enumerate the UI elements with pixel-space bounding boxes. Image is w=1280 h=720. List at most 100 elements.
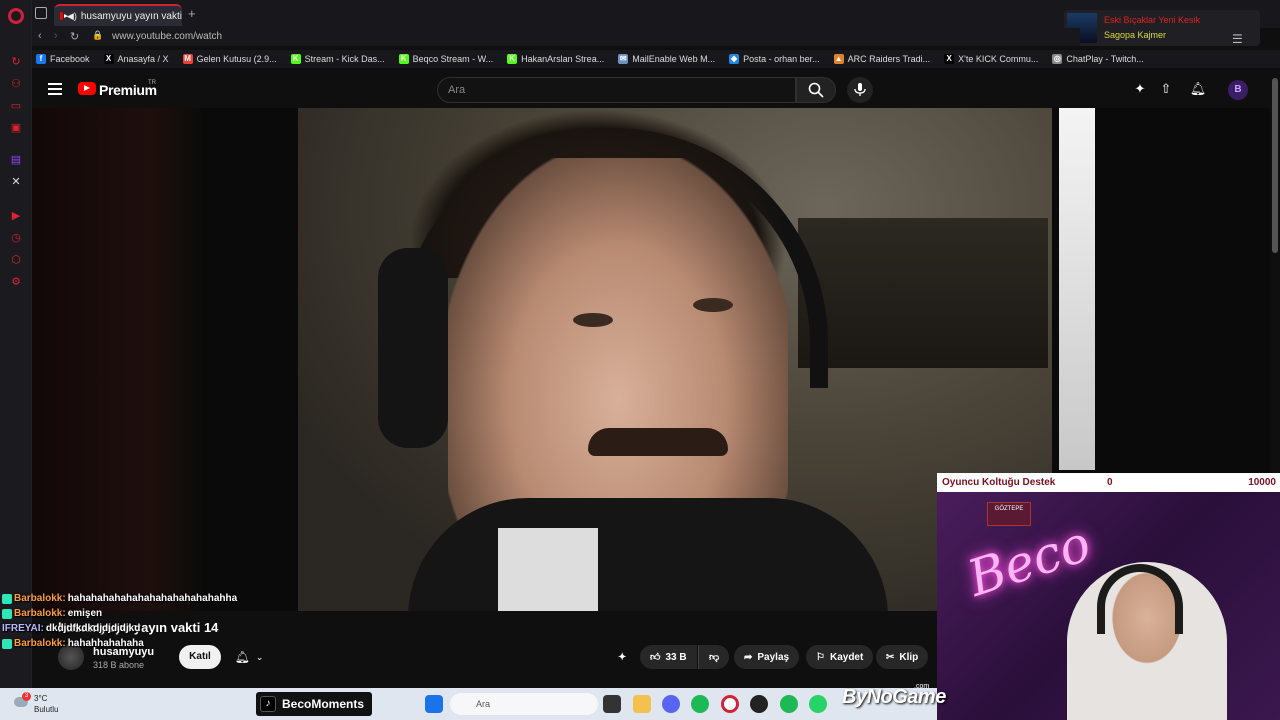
bookmark-item[interactable]: ▲ ARC Raiders Tradi... bbox=[833, 54, 931, 64]
mail-icon[interactable]: ▣ bbox=[9, 120, 23, 134]
games-icon[interactable]: ⚇ bbox=[9, 76, 23, 90]
bookmark-label: ARC Raiders Tradi... bbox=[847, 54, 931, 64]
extensions-icon[interactable]: ⬡ bbox=[9, 252, 23, 266]
video-letterbox bbox=[32, 108, 202, 611]
bookmark-item[interactable]: M Gelen Kutusu (2.9... bbox=[182, 54, 277, 64]
aria-icon[interactable]: ↻ bbox=[9, 54, 23, 68]
file-explorer-icon[interactable] bbox=[633, 695, 651, 713]
chat-badge-icon bbox=[2, 608, 12, 619]
search-input[interactable]: Ara bbox=[437, 77, 796, 103]
upload-icon[interactable]: ⇧ bbox=[1158, 81, 1174, 97]
spotify-alt-icon[interactable] bbox=[780, 695, 798, 713]
bookmark-item[interactable]: K HakanArslan Strea... bbox=[507, 54, 604, 64]
obs-icon[interactable] bbox=[750, 695, 768, 713]
chat-text: dkdjdfkdkdjdjdjdjkd bbox=[45, 623, 141, 634]
stream-banner: ♪ BecoMoments bbox=[256, 692, 372, 716]
chat-badge-icon bbox=[2, 638, 12, 649]
twitch-icon[interactable]: ▤ bbox=[9, 152, 23, 166]
browser-sidebar: ↻ ⚇ ▭ ▣ ▤ ✕ ▶ ◷ ⬡ ⚙ bbox=[0, 0, 32, 688]
weather-description: Bulutlu bbox=[34, 705, 59, 714]
history-icon[interactable]: ◷ bbox=[9, 230, 23, 244]
bookmark-label: MailEnable Web M... bbox=[632, 54, 716, 64]
address-bar: ‹ › ↻ 🔒 www.youtube.com/watch bbox=[32, 28, 1080, 46]
voice-search-button[interactable] bbox=[847, 77, 873, 103]
bookmark-icon: ⚐ bbox=[816, 651, 825, 663]
share-button[interactable]: ➦ Paylaş bbox=[734, 645, 800, 669]
bookmark-item[interactable]: ◎ ChatPlay - Twitch... bbox=[1052, 54, 1144, 64]
youtube-logo-icon[interactable] bbox=[78, 82, 96, 95]
notifications-bell-icon[interactable]: 🔔︎ bbox=[1190, 81, 1207, 97]
sponsor-logo: ByNoGame bbox=[842, 686, 946, 708]
opera-logo-icon[interactable] bbox=[8, 8, 24, 24]
save-button[interactable]: ⚐ Kaydet bbox=[806, 645, 874, 669]
bookmark-item[interactable]: K Beqco Stream - W... bbox=[398, 54, 493, 64]
scrollbar-thumb[interactable] bbox=[1272, 78, 1278, 253]
bookmark-item[interactable]: X X'te KICK Commu... bbox=[944, 54, 1038, 64]
music-artist: Sagopa Kajmer bbox=[1104, 30, 1167, 40]
player-icon[interactable]: ▶ bbox=[9, 208, 23, 222]
eye-left bbox=[573, 313, 613, 327]
url-field[interactable]: www.youtube.com/watch bbox=[112, 31, 222, 42]
share-label: Paylaş bbox=[757, 651, 790, 663]
task-view-icon[interactable] bbox=[603, 695, 621, 713]
taskbar-search[interactable]: Ara bbox=[450, 693, 598, 715]
tab-islands-icon[interactable] bbox=[35, 7, 47, 19]
bookmark-item[interactable]: ◆ Posta - orhan ber... bbox=[729, 54, 820, 64]
search-icon bbox=[808, 82, 824, 98]
discord-icon[interactable] bbox=[662, 695, 680, 713]
bookmark-item[interactable]: f Facebook bbox=[36, 54, 90, 64]
clip-label: Klip bbox=[899, 651, 919, 663]
weather-temperature[interactable]: 3°C bbox=[34, 694, 47, 703]
spotify-icon[interactable] bbox=[691, 695, 709, 713]
notification-badge: 3 bbox=[22, 692, 31, 701]
like-count: 33 B bbox=[665, 651, 687, 663]
account-avatar[interactable]: B bbox=[1228, 80, 1248, 100]
windows-start-icon[interactable] bbox=[425, 695, 443, 713]
goal-current: 0 bbox=[1107, 477, 1113, 488]
gaming-button[interactable]: ✦ bbox=[612, 645, 632, 669]
microphone-icon bbox=[854, 83, 866, 96]
chat-message: IFREYAI: dkdjdfkdkdjdjdjdjkd bbox=[2, 621, 302, 636]
messenger-icon[interactable]: ▭ bbox=[9, 98, 23, 112]
opera-gx-icon[interactable] bbox=[721, 695, 739, 713]
music-player-widget[interactable]: Eski Bıçaklar Yeni Kesik Sagopa Kajmer bbox=[1064, 10, 1260, 46]
bookmark-label: Stream - Kick Das... bbox=[304, 54, 385, 64]
gaming-icon[interactable]: ✦ bbox=[1132, 81, 1148, 97]
background-shelf bbox=[798, 218, 1048, 368]
search-button[interactable] bbox=[796, 77, 836, 103]
donation-goal-bar: Oyuncu Koltuğu Destek 0 10000 bbox=[937, 473, 1280, 492]
bookmark-item[interactable]: X Anasayfa / X bbox=[103, 54, 169, 64]
back-icon[interactable]: ‹ bbox=[38, 30, 42, 42]
new-tab-button[interactable]: + bbox=[188, 6, 196, 21]
clip-button[interactable]: ✂ Klip bbox=[876, 645, 929, 669]
neon-sign: Beco bbox=[961, 514, 1098, 608]
bookmark-label: X'te KICK Commu... bbox=[958, 54, 1039, 64]
speaker-icon[interactable]: ◀) bbox=[67, 11, 77, 22]
x-icon[interactable]: ✕ bbox=[9, 174, 23, 188]
bookmark-item[interactable]: K Stream - Kick Das... bbox=[290, 54, 385, 64]
forward-icon[interactable]: › bbox=[54, 30, 58, 42]
dislike-button[interactable]: 👎︎ bbox=[698, 645, 730, 669]
save-label: Kaydet bbox=[829, 651, 864, 663]
reload-icon[interactable]: ↻ bbox=[70, 30, 79, 43]
tab-active[interactable]: ◀) husamyuyu yayın vakti bbox=[54, 4, 182, 26]
chat-message: Barbalokk: hahahahahahahahahahahahahahha bbox=[2, 591, 302, 606]
youtube-favicon-icon bbox=[60, 12, 68, 20]
shirt-collar bbox=[498, 528, 598, 611]
like-button[interactable]: 👍︎ 33 B bbox=[640, 645, 697, 669]
browser-menu-icon[interactable]: ☰ bbox=[1232, 32, 1243, 46]
bookmark-label: Gelen Kutusu (2.9... bbox=[196, 54, 277, 64]
bookmark-label: Anasayfa / X bbox=[117, 54, 169, 64]
whatsapp-icon[interactable] bbox=[809, 695, 827, 713]
sponsor-domain: .com bbox=[914, 683, 930, 690]
bookmark-favicon-icon: ✉ bbox=[618, 54, 629, 64]
menu-icon[interactable] bbox=[48, 83, 62, 95]
chat-username: Barbalokk: bbox=[14, 593, 66, 604]
page-scrollbar[interactable] bbox=[1270, 70, 1280, 260]
club-sign: GÖZTEPE bbox=[987, 502, 1031, 526]
music-title: Eski Bıçaklar Yeni Kesik bbox=[1104, 15, 1201, 25]
bookmark-item[interactable]: ✉ MailEnable Web M... bbox=[618, 54, 715, 64]
settings-icon[interactable]: ⚙ bbox=[9, 274, 23, 288]
eye-right bbox=[693, 298, 733, 312]
bookmark-favicon-icon: K bbox=[507, 54, 518, 64]
